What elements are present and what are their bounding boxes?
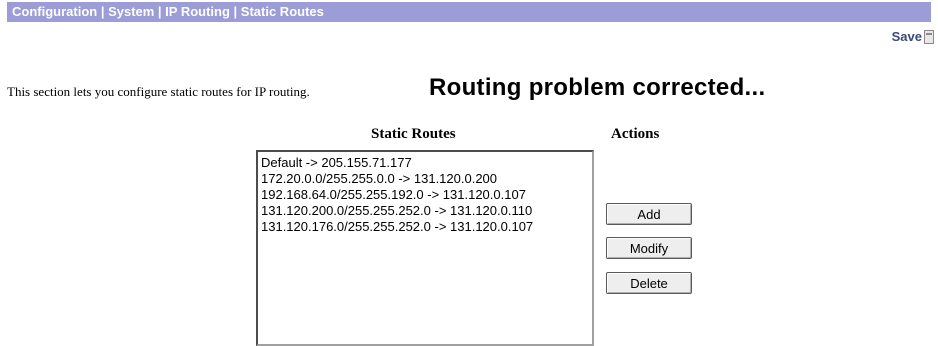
breadcrumb-bar: Configuration | System | IP Routing | St…: [7, 2, 931, 22]
route-item[interactable]: 172.20.0.0/255.255.0.0 -> 131.120.0.200: [261, 171, 589, 187]
add-button[interactable]: Add: [606, 203, 692, 225]
actions-header: Actions: [611, 126, 660, 142]
static-routes-header: Static Routes: [371, 126, 456, 142]
route-item[interactable]: 131.120.200.0/255.255.252.0 -> 131.120.0…: [261, 203, 589, 219]
status-headline: Routing problem corrected...: [429, 74, 766, 101]
save-link[interactable]: Save: [892, 29, 922, 44]
save-icon[interactable]: [924, 29, 934, 44]
route-item[interactable]: Default -> 205.155.71.177: [261, 155, 589, 171]
modify-button[interactable]: Modify: [606, 237, 692, 259]
route-item[interactable]: 131.120.176.0/255.255.252.0 -> 131.120.0…: [261, 219, 589, 235]
delete-button[interactable]: Delete: [606, 272, 692, 294]
breadcrumb: Configuration | System | IP Routing | St…: [12, 4, 324, 19]
intro-text: This section lets you configure static r…: [7, 84, 310, 99]
static-routes-list[interactable]: Default -> 205.155.71.177 172.20.0.0/255…: [256, 150, 594, 346]
save-control[interactable]: Save: [892, 29, 934, 44]
route-item[interactable]: 192.168.64.0/255.255.192.0 -> 131.120.0.…: [261, 187, 589, 203]
